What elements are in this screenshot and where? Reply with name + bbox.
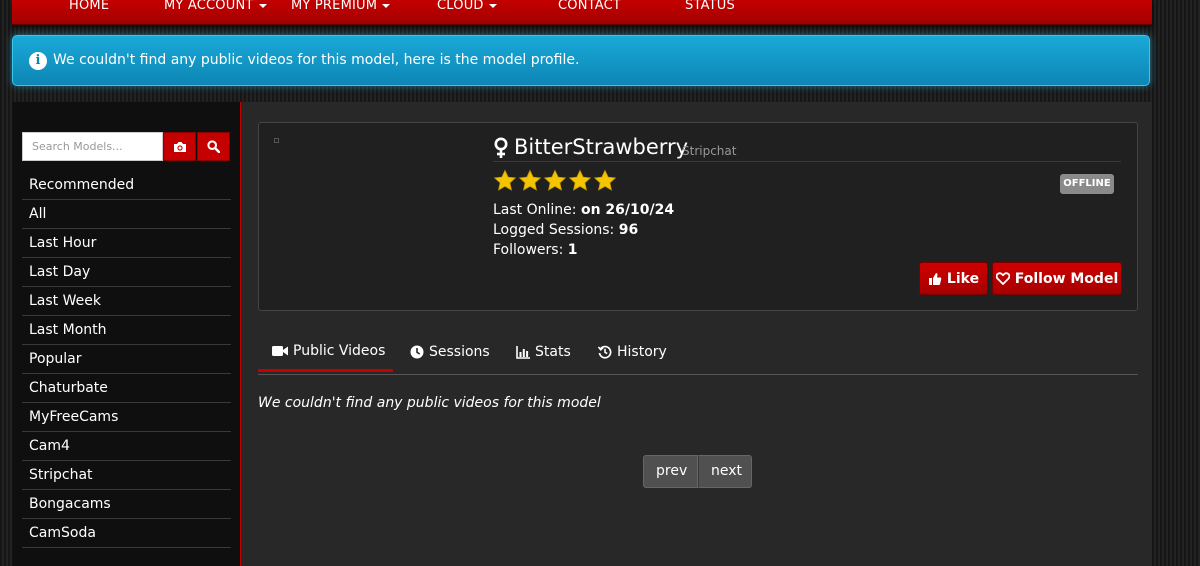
nav-status[interactable]: STATUS [685, 0, 735, 16]
heart-icon [995, 272, 1010, 285]
video-icon [272, 345, 288, 356]
search-icon [207, 140, 220, 153]
tab-stats[interactable]: Stats [516, 332, 571, 372]
sidebar-item-cam4[interactable]: Cam4 [22, 432, 231, 461]
search-button[interactable] [197, 132, 230, 161]
sidebar-item-stripchat[interactable]: Stripchat [22, 461, 231, 490]
alert-message: We couldn't find any public videos for t… [53, 52, 580, 68]
content-tabs: Public Videos Sessions Stats History [258, 332, 1138, 375]
logged-sessions: Logged Sessions: 96 [493, 222, 639, 238]
info-alert: i We couldn't find any public videos for… [12, 35, 1150, 86]
caret-down-icon [382, 3, 391, 8]
sidebar-item-all[interactable]: All [22, 200, 231, 229]
sidebar-item-myfreecams[interactable]: MyFreeCams [22, 403, 231, 432]
last-online: Last Online: on 26/10/24 [493, 202, 675, 218]
caret-down-icon [258, 3, 267, 8]
history-icon [598, 345, 612, 359]
chart-icon [516, 345, 530, 359]
tab-history[interactable]: History [598, 332, 667, 372]
sidebar-item-popular[interactable]: Popular [22, 345, 231, 374]
next-button[interactable]: next [698, 455, 752, 488]
camera-icon [173, 141, 186, 152]
sidebar-menu: Recommended All Last Hour Last Day Last … [22, 171, 231, 548]
like-button[interactable]: Like [919, 262, 988, 295]
clock-icon [410, 345, 424, 359]
info-icon: i [29, 52, 47, 70]
tab-public-videos[interactable]: Public Videos [258, 332, 393, 372]
sidebar: Recommended All Last Hour Last Day Last … [12, 102, 240, 566]
model-profile-card: BitterStrawberry Stripchat OFFLINE Last … [258, 122, 1138, 311]
star-icon [543, 169, 567, 191]
sidebar-item-last-month[interactable]: Last Month [22, 316, 231, 345]
followers-count: Followers: 1 [493, 242, 578, 258]
sidebar-item-last-day[interactable]: Last Day [22, 258, 231, 287]
model-search [22, 132, 231, 162]
star-icon [518, 169, 542, 191]
nav-cloud[interactable]: CLOUD [437, 0, 497, 16]
prev-button[interactable]: prev [643, 455, 698, 488]
caret-down-icon [488, 3, 497, 8]
sidebar-item-bongacams[interactable]: Bongacams [22, 490, 231, 519]
follow-model-button[interactable]: Follow Model [992, 262, 1122, 295]
sidebar-item-camsoda[interactable]: CamSoda [22, 519, 231, 548]
star-icon [593, 169, 617, 191]
venus-icon [494, 137, 508, 158]
sidebar-item-last-week[interactable]: Last Week [22, 287, 231, 316]
sidebar-item-chaturbate[interactable]: Chaturbate [22, 374, 231, 403]
model-site: Stripchat [682, 144, 737, 158]
nav-contact[interactable]: CONTACT [558, 0, 621, 16]
search-input[interactable] [22, 132, 163, 161]
sidebar-item-recommended[interactable]: Recommended [22, 171, 231, 200]
sidebar-item-last-hour[interactable]: Last Hour [22, 229, 231, 258]
main-content: BitterStrawberry Stripchat OFFLINE Last … [240, 102, 1152, 566]
tab-sessions[interactable]: Sessions [410, 332, 490, 372]
thumbs-up-icon [928, 272, 942, 285]
camera-search-button[interactable] [163, 132, 196, 161]
nav-my-premium[interactable]: MY PREMIUM [291, 0, 391, 16]
star-icon [493, 169, 517, 191]
nav-my-account[interactable]: MY ACCOUNT [164, 0, 267, 16]
status-badge: OFFLINE [1060, 174, 1114, 194]
rating-stars [493, 169, 617, 195]
nav-home[interactable]: HOME [69, 0, 109, 16]
model-name[interactable]: BitterStrawberry [514, 135, 688, 159]
top-navbar: HOME MY ACCOUNT MY PREMIUM CLOUD CONTACT… [12, 0, 1152, 25]
model-thumbnail [274, 138, 279, 143]
star-icon [568, 169, 592, 191]
pagination: prev next [643, 455, 752, 488]
empty-message: We couldn't find any public videos for t… [258, 395, 601, 411]
model-header: BitterStrawberry Stripchat [493, 135, 1121, 162]
